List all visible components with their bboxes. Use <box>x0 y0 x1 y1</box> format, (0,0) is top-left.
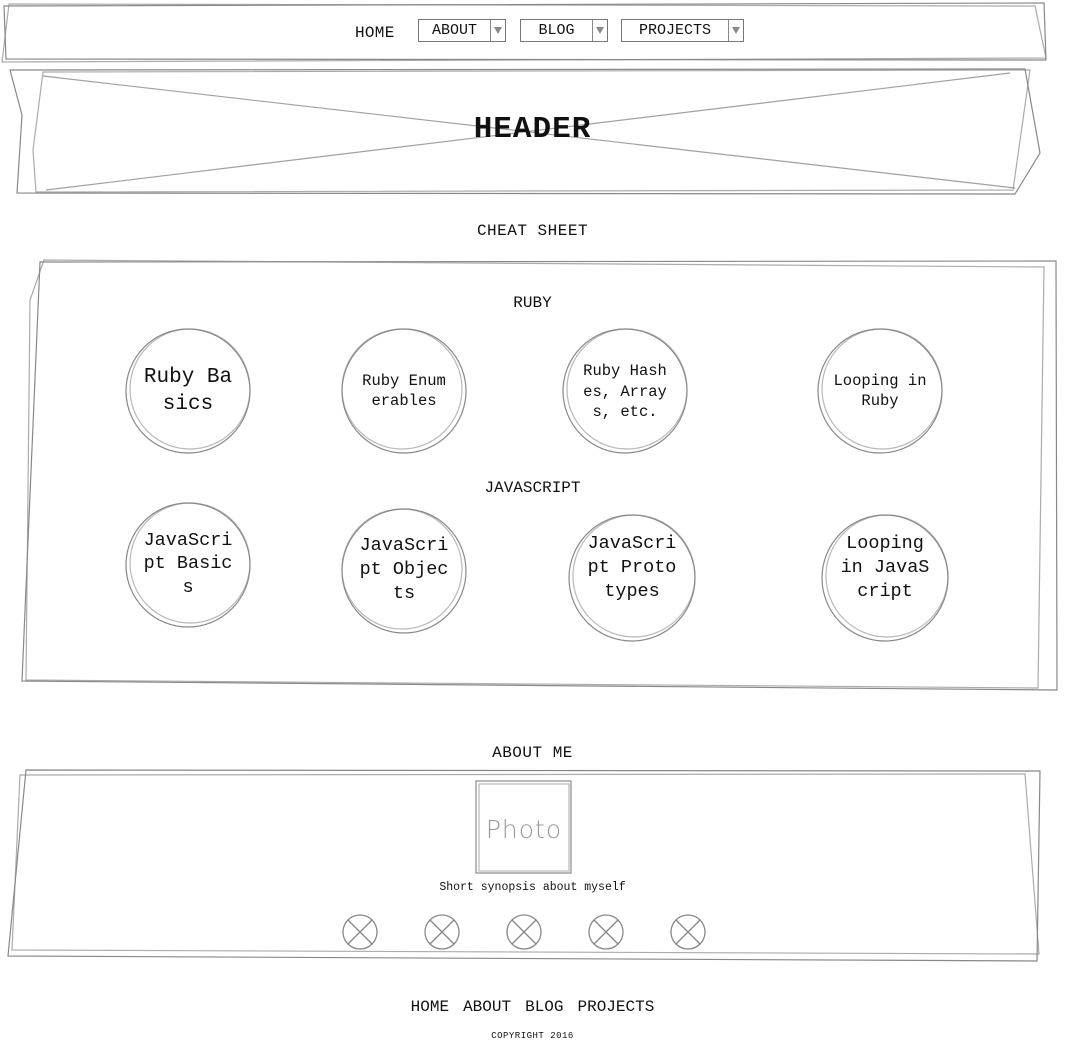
footer-home-link[interactable]: HOME <box>411 998 449 1016</box>
chevron-down-icon <box>728 20 743 41</box>
footer-nav: HOME ABOUT BLOG PROJECTS <box>0 998 1065 1016</box>
nav-projects-dropdown[interactable]: PROJECTS <box>621 19 744 42</box>
nav-about-dropdown[interactable]: ABOUT <box>418 19 506 42</box>
looping-in-ruby-link[interactable]: Looping in Ruby <box>830 366 930 416</box>
nav-home-link[interactable]: HOME <box>355 24 395 42</box>
javascript-basics-link[interactable]: JavaScript Basics <box>140 528 236 600</box>
about-synopsis: Short synopsis about myself <box>439 881 626 894</box>
social-icons <box>342 914 706 950</box>
social-icon-placeholder[interactable] <box>506 914 542 950</box>
about-me-title: ABOUT ME <box>492 744 573 762</box>
footer-blog-link[interactable]: BLOG <box>525 998 563 1016</box>
social-icon-placeholder[interactable] <box>670 914 706 950</box>
copyright: COPYRIGHT 2016 <box>491 1031 574 1041</box>
nav-projects-label: PROJECTS <box>638 22 711 39</box>
nav-blog-label: BLOG <box>538 22 575 39</box>
ruby-hashes-arrays-link[interactable]: Ruby Hashes, Arrays, etc. <box>583 348 667 436</box>
footer-about-link[interactable]: ABOUT <box>463 998 511 1016</box>
javascript-section-title: JAVASCRIPT <box>484 479 581 497</box>
javascript-objects-link[interactable]: JavaScript Objects <box>356 534 452 606</box>
looping-in-javascript-link[interactable]: Looping in JavaScript <box>837 532 933 622</box>
photo-placeholder: Photo <box>485 815 563 844</box>
ruby-basics-link[interactable]: Ruby Basics <box>138 345 238 437</box>
chevron-down-icon <box>490 20 505 41</box>
nav-blog-dropdown[interactable]: BLOG <box>520 19 608 42</box>
header-title: HEADER <box>473 112 592 147</box>
javascript-prototypes-link[interactable]: JavaScript Prototypes <box>584 532 680 622</box>
cheat-sheet-title: CHEAT SHEET <box>476 222 589 240</box>
chevron-down-icon <box>592 20 607 41</box>
social-icon-placeholder[interactable] <box>342 914 378 950</box>
footer-projects-link[interactable]: PROJECTS <box>578 998 655 1016</box>
social-icon-placeholder[interactable] <box>424 914 460 950</box>
social-icon-placeholder[interactable] <box>588 914 624 950</box>
nav-about-label: ABOUT <box>431 22 477 39</box>
ruby-enumerables-link[interactable]: Ruby Enumerables <box>360 355 448 427</box>
ruby-section-title: RUBY <box>513 294 552 312</box>
